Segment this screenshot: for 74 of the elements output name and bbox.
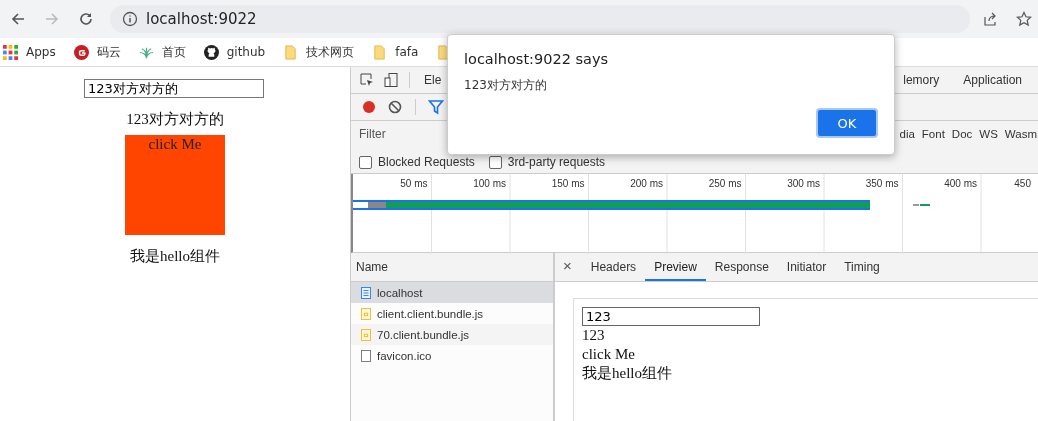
checkbox[interactable] [488, 155, 502, 169]
bookmark-item[interactable]: 技术网页 [283, 43, 355, 61]
echo-text: 123对方对方的 [126, 110, 224, 129]
info-icon[interactable] [122, 11, 138, 27]
preview-text: 123 [582, 326, 606, 345]
time-tick-label: 50 ms [399, 178, 429, 189]
time-tick-label: 100 ms [472, 178, 507, 189]
bookmark-label: github [226, 45, 266, 59]
folder-icon [283, 44, 299, 60]
record-icon[interactable] [363, 101, 375, 113]
bookmark-item[interactable]: Apps [3, 44, 56, 60]
request-row[interactable]: 70.client.bundle.js [351, 324, 553, 345]
type-filter[interactable]: Doc [951, 127, 973, 140]
filter-icon[interactable] [426, 99, 446, 115]
name-column-header[interactable]: Name [351, 253, 553, 282]
type-filter[interactable]: Wasm [1004, 127, 1037, 140]
time-tick-label: 200 ms [629, 178, 664, 189]
component-text: 我是hello组件 [130, 247, 220, 266]
time-tick-label: 450 [1013, 178, 1032, 189]
close-icon[interactable]: × [563, 253, 582, 281]
detail-tab[interactable]: Response [705, 253, 778, 281]
devtools-tab[interactable]: lemory [897, 73, 946, 87]
click-me-box[interactable]: click Me [125, 135, 225, 235]
time-tick-label: 150 ms [550, 178, 586, 189]
bookmark-item[interactable]: 首页 [138, 43, 186, 61]
checkbox-label: Blocked Requests [378, 155, 475, 169]
time-tick-label: 350 ms [864, 178, 900, 189]
apps-grid-icon [3, 44, 18, 60]
request-name: localhost [377, 286, 423, 299]
script-file-icon [361, 307, 371, 320]
bookmark-item[interactable]: github [203, 44, 266, 60]
dialog-message: 123对方对方的 [464, 77, 548, 94]
devtools-tab[interactable]: Application [957, 73, 1028, 87]
type-filter[interactable]: dia [899, 127, 915, 140]
bookmark-label: 码云 [96, 43, 121, 61]
detail-tab[interactable]: Preview [645, 253, 706, 281]
time-tick-label: 300 ms [786, 178, 821, 189]
bookmark-label: 首页 [161, 43, 186, 61]
checkbox[interactable] [359, 155, 372, 169]
time-tick-label: 250 ms [707, 178, 743, 189]
request-name: client.client.bundle.js [377, 307, 484, 320]
type-filter[interactable]: WS [979, 127, 998, 140]
preview-text: click Me [582, 345, 636, 364]
script-file-icon [361, 328, 371, 341]
document-icon [361, 286, 371, 299]
bookmark-label: Apps [26, 45, 56, 59]
file-icon [361, 349, 371, 362]
request-row[interactable]: localhost [351, 282, 553, 303]
bookmark-label: 技术网页 [306, 43, 355, 61]
checkbox-label: 3rd-party requests [507, 155, 606, 169]
request-row[interactable]: client.client.bundle.js [351, 303, 553, 324]
dialog-title: localhost:9022 says [464, 51, 610, 67]
g-logo-icon [73, 44, 89, 60]
preview-text: 我是hello组件 [582, 364, 673, 383]
detail-tab[interactable]: Initiator [777, 253, 836, 281]
url-text: localhost:9022 [146, 10, 257, 28]
time-tick-label: 400 ms [943, 178, 978, 189]
bookmark-label: fafa [395, 45, 419, 59]
request-row[interactable]: favicon.ico [351, 345, 553, 366]
address-bar[interactable]: localhost:9022 [110, 5, 970, 33]
devtools-tab[interactable]: Ele [418, 73, 448, 87]
bookmark-item[interactable]: fafa [372, 44, 419, 60]
preview-input[interactable]: 123 [582, 307, 760, 326]
detail-tab[interactable]: Headers [581, 253, 646, 281]
detail-tab[interactable]: Timing [835, 253, 889, 281]
request-name: 70.client.bundle.js [377, 328, 470, 341]
bookmark-item[interactable]: 码云 [73, 43, 121, 61]
folder-icon [372, 44, 388, 60]
github-logo-icon [203, 44, 219, 60]
type-filter[interactable]: Font [921, 127, 945, 140]
request-name: favicon.ico [377, 349, 432, 362]
ok-button[interactable]: OK [816, 108, 878, 138]
device-icon[interactable] [381, 72, 401, 88]
text-input[interactable]: 123对方对方的 [84, 79, 264, 98]
